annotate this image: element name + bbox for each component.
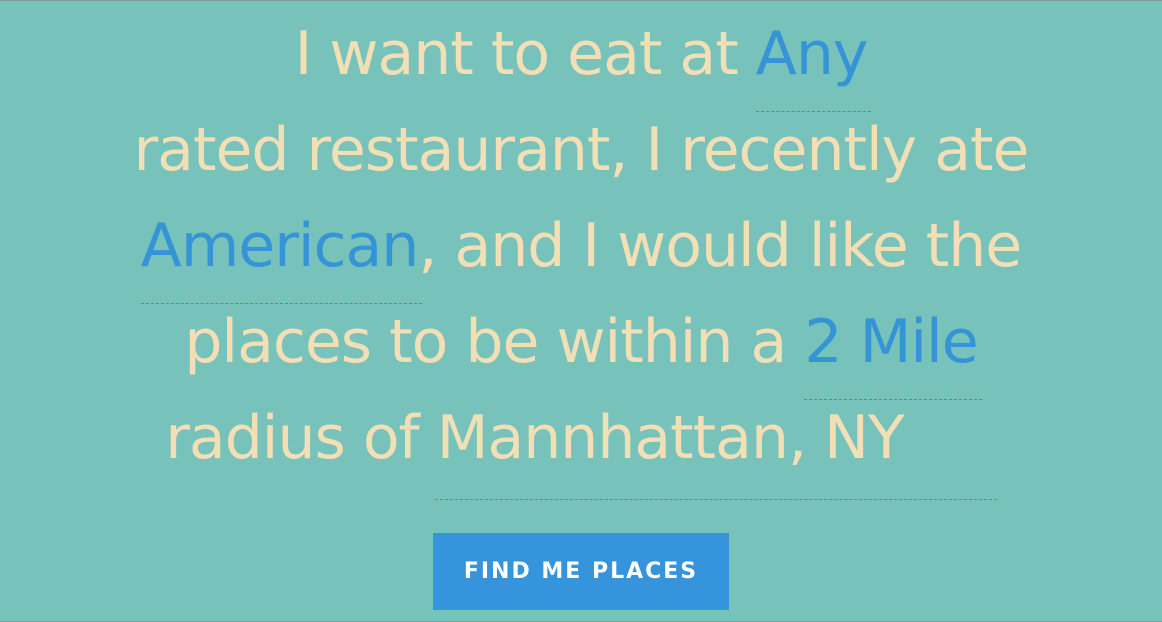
radius-dropdown[interactable]: 2 Mile [804, 294, 982, 400]
rating-dropdown[interactable]: Any [755, 6, 871, 112]
find-me-places-button[interactable]: FIND ME PLACES [433, 533, 729, 610]
sentence-text: , and I would like the [418, 211, 1022, 281]
sentence-line-4: places to be within a 2 Mile [0, 294, 1162, 400]
sentence-line-5: radius of Mannhattan, NY [0, 390, 1162, 500]
cuisine-dropdown[interactable]: American [140, 198, 422, 304]
sentence-line-3: American, and I would like the [0, 198, 1162, 304]
sentence-line-2: rated restaurant, I recently ate [0, 102, 1162, 198]
sentence-text: radius of [165, 403, 437, 473]
location-input[interactable]: Mannhattan, NY [434, 390, 997, 500]
search-sentence: I want to eat at Any rated restaurant, I… [0, 6, 1162, 500]
sentence-line-1: I want to eat at Any [0, 6, 1162, 112]
sentence-text: I want to eat at [294, 19, 756, 89]
sentence-text: rated restaurant, I recently ate [133, 115, 1030, 185]
sentence-text: places to be within a [184, 307, 805, 377]
top-border [0, 0, 1162, 1]
